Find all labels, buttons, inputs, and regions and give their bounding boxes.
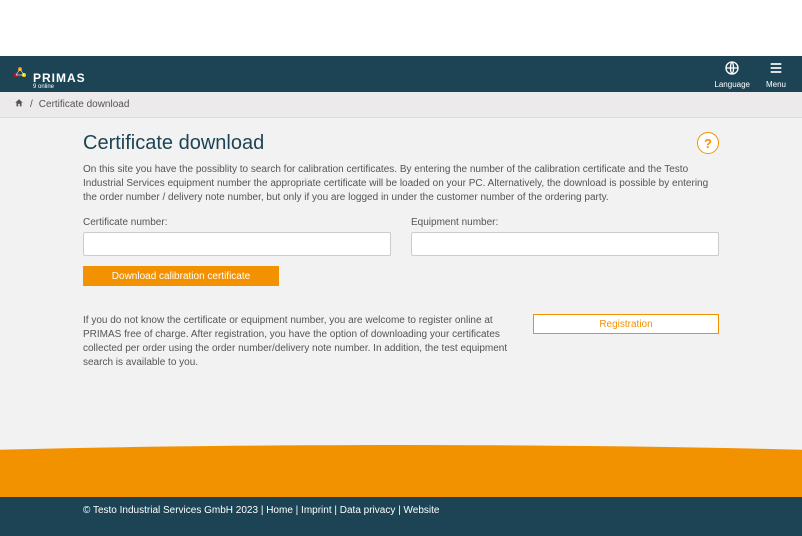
equipment-field-wrapper: Equipment number:: [411, 217, 719, 256]
footer-sep2: |: [293, 505, 301, 516]
certificate-field-wrapper: Certificate number:: [83, 217, 391, 256]
header-right: Language Menu: [714, 60, 786, 89]
footer: © Testo Industrial Services GmbH 2023 | …: [0, 445, 802, 536]
footer-link-privacy[interactable]: Data privacy: [340, 505, 396, 516]
footer-sep1: |: [258, 505, 266, 516]
question-icon: ?: [704, 136, 712, 151]
globe-icon: [724, 60, 740, 78]
registration-button[interactable]: Registration: [533, 314, 719, 334]
logo-text-sub: 9 online: [33, 84, 86, 90]
certificate-label: Certificate number:: [83, 217, 391, 228]
help-button[interactable]: ?: [697, 132, 719, 154]
equipment-input[interactable]: [411, 232, 719, 256]
menu-label: Menu: [766, 80, 786, 89]
secondary-row: If you do not know the certificate or eq…: [83, 314, 719, 370]
logo[interactable]: PRIMAS 9 online: [12, 58, 86, 90]
page-title: Certificate download: [83, 132, 264, 155]
info-text: If you do not know the certificate or eq…: [83, 314, 513, 370]
breadcrumb-home[interactable]: [14, 98, 24, 111]
footer-link-website[interactable]: Website: [404, 505, 440, 516]
breadcrumb-separator: /: [30, 99, 33, 110]
registration-button-label: Registration: [599, 319, 652, 330]
top-gap: [0, 0, 802, 56]
equipment-label: Equipment number:: [411, 217, 719, 228]
download-button-label: Download calibration certificate: [112, 271, 250, 282]
breadcrumb: / Certificate download: [0, 92, 802, 118]
footer-sep4: |: [395, 505, 403, 516]
main-content: Certificate download ? On this site you …: [0, 118, 802, 370]
footer-link-imprint[interactable]: Imprint: [301, 505, 332, 516]
footer-bar: © Testo Industrial Services GmbH 2023 | …: [0, 497, 802, 536]
footer-link-home[interactable]: Home: [266, 505, 293, 516]
footer-wave: [0, 445, 802, 497]
footer-sep3: |: [332, 505, 340, 516]
form-row: Certificate number: Equipment number:: [83, 217, 719, 256]
logo-text-main: PRIMAS: [33, 58, 86, 84]
language-button[interactable]: Language: [714, 60, 750, 89]
home-icon: [14, 100, 24, 111]
download-button[interactable]: Download calibration certificate: [83, 266, 279, 286]
menu-button[interactable]: Menu: [766, 60, 786, 89]
hamburger-icon: [768, 60, 784, 78]
certificate-input[interactable]: [83, 232, 391, 256]
header-bar: PRIMAS 9 online Language Menu: [0, 56, 802, 92]
intro-text: On this site you have the possiblity to …: [83, 163, 719, 205]
language-label: Language: [714, 80, 750, 89]
logo-mark-icon: [12, 66, 28, 82]
breadcrumb-current: Certificate download: [39, 99, 130, 110]
footer-copyright: © Testo Industrial Services GmbH 2023: [83, 505, 258, 516]
